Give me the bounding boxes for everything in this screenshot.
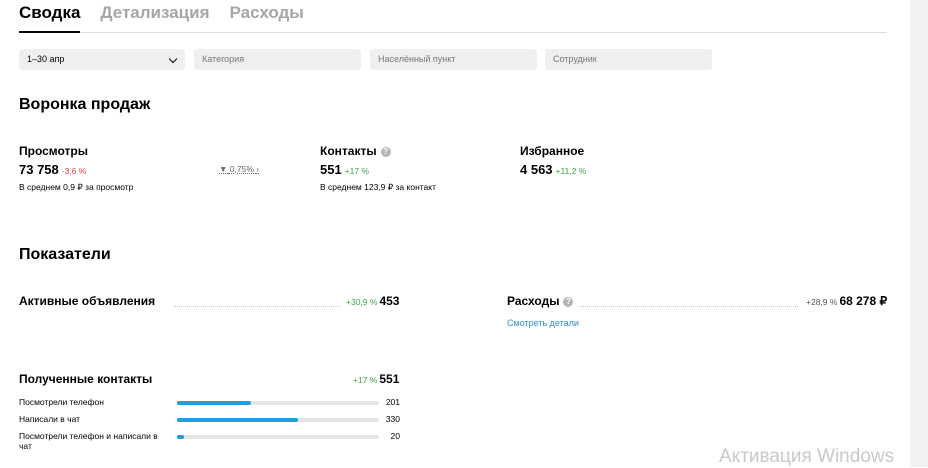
help-icon[interactable]: ? [380, 147, 391, 157]
tab-bar: Сводка Детализация Расходы [19, 2, 324, 24]
bar-track-chat [177, 418, 379, 422]
conversion-value: 0,75% [229, 164, 254, 174]
expenses-label: Расходы [507, 294, 560, 308]
help-icon[interactable]: ? [563, 297, 574, 307]
active-ads-metric: +30,9 % 453 [346, 294, 399, 308]
expenses-delta: +28,9 % [806, 297, 838, 307]
date-range-select[interactable]: 1–30 апр [19, 49, 185, 70]
contacts-label-wrap: Контакты? [320, 144, 391, 158]
dotted-leader [580, 305, 798, 307]
bar-value-chat: 330 [385, 414, 400, 424]
views-note: В среднем 0,9 ₽ за просмотр [19, 182, 134, 192]
active-ads-value: 453 [379, 294, 400, 308]
page-edge [910, 0, 928, 467]
views-delta: -3,6 % [61, 166, 87, 176]
contacts-delta: +17 % [344, 166, 370, 176]
views-metric: 73 758 -3,6 % [19, 162, 86, 177]
bar-fill-phone-and-chat [177, 435, 185, 439]
employee-placeholder: Сотрудник [553, 54, 597, 64]
bar-track-phone [177, 401, 379, 405]
active-ads-delta: +30,9 % [346, 297, 378, 307]
tab-details[interactable]: Детализация [100, 2, 209, 24]
bar-value-phone: 201 [385, 397, 400, 407]
contacts-received-label: Полученные контакты [19, 372, 153, 386]
bar-value-phone-and-chat: 20 [390, 431, 400, 441]
tab-divider [19, 32, 887, 33]
filter-icon: ▼ [219, 164, 228, 174]
expenses-value: 68 278 ₽ [839, 294, 888, 308]
favorites-label: Избранное [520, 144, 585, 158]
employee-select[interactable]: Сотрудник [545, 49, 712, 70]
bar-label-phone: Посмотрели телефон [19, 397, 104, 407]
contacts-value: 551 [320, 162, 342, 177]
active-tab-indicator [19, 31, 80, 33]
favorites-metric: 4 563 +11,2 % [520, 162, 586, 177]
city-select[interactable]: Населённый пункт [370, 49, 537, 70]
windows-activation-watermark: Активация Windows [719, 446, 895, 467]
view-details-link[interactable]: Смотреть детали [507, 318, 579, 328]
contacts-label: Контакты [320, 144, 377, 158]
active-ads-label: Активные объявления [19, 294, 156, 308]
dotted-leader [174, 305, 340, 307]
funnel-title: Воронка продаж [19, 96, 151, 113]
tab-expenses[interactable]: Расходы [230, 2, 304, 24]
contacts-received-metric: +17 % 551 [353, 372, 399, 386]
bar-fill-chat [177, 418, 299, 422]
contacts-metric: 551 +17 % [320, 162, 369, 177]
bar-fill-phone [177, 401, 251, 405]
favorites-value: 4 563 [520, 162, 553, 177]
bar-label-chat: Написали в чат [19, 414, 81, 424]
tab-summary[interactable]: Сводка [19, 2, 80, 24]
contacts-note: В среднем 123,9 ₽ за контакт [320, 182, 436, 192]
chevron-down-icon [168, 54, 178, 64]
views-label: Просмотры [19, 144, 89, 158]
contacts-received-delta: +17 % [353, 375, 378, 385]
bar-track-phone-and-chat [177, 435, 379, 439]
contacts-received-value: 551 [379, 372, 400, 386]
date-range-value: 1–30 апр [27, 54, 65, 64]
expenses-label-wrap: Расходы? [507, 294, 574, 308]
favorites-delta: +11,2 % [555, 166, 587, 176]
expenses-metric: +28,9 % 68 278 ₽ [806, 294, 887, 308]
conversion-link[interactable]: ▼ 0,75% › [219, 164, 259, 174]
city-placeholder: Населённый пункт [378, 54, 456, 64]
bar-label-phone-and-chat: Посмотрели телефон и написали в чат [19, 431, 158, 451]
category-placeholder: Категория [202, 54, 245, 64]
category-select[interactable]: Категория [194, 49, 361, 70]
indicators-title: Показатели [19, 246, 111, 263]
chevron-right-icon: › [256, 164, 260, 174]
views-value: 73 758 [19, 162, 59, 177]
